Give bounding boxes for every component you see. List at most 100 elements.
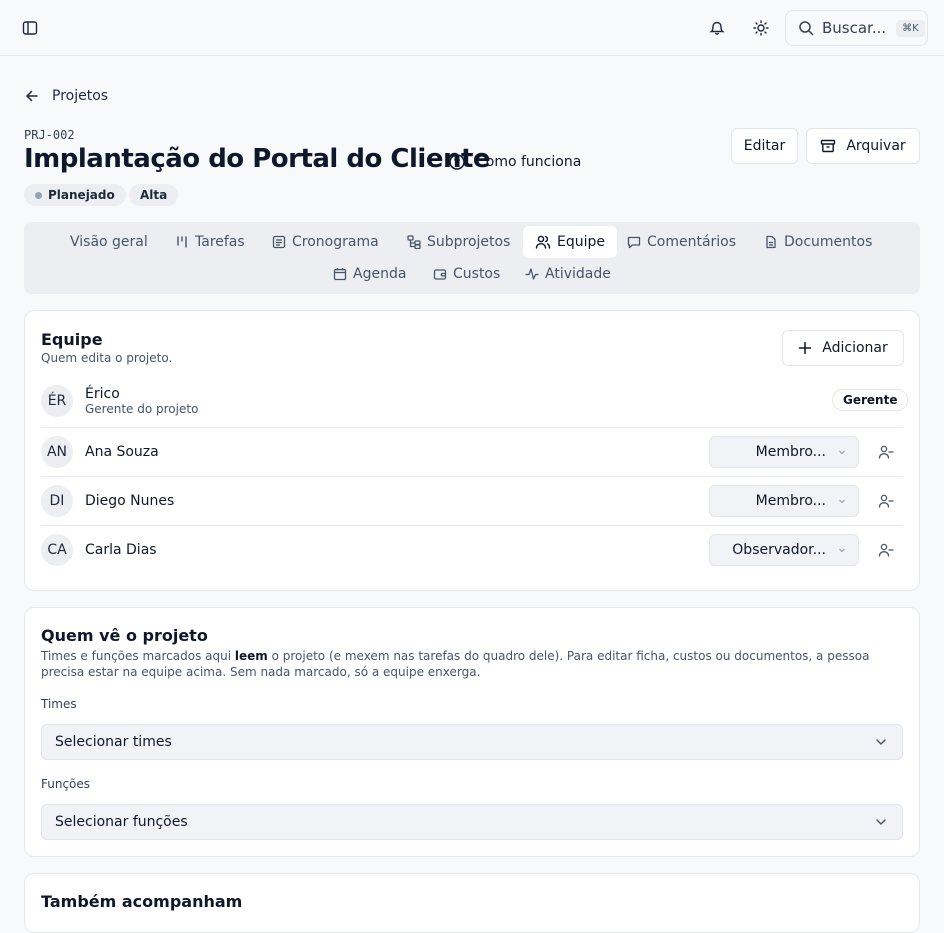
role-value: Membro... (755, 493, 826, 509)
divider (41, 427, 903, 428)
priority-badge: Alta (129, 184, 179, 206)
member-role-select[interactable]: Membro... (709, 436, 859, 468)
tab-schedule[interactable]: Cronograma (260, 227, 391, 257)
tab-comments[interactable]: Comentários (615, 227, 748, 257)
tab-label: Agenda (353, 266, 407, 282)
teams-placeholder: Selecionar times (55, 734, 172, 750)
add-member-label: Adicionar (822, 340, 888, 356)
divider (41, 525, 903, 526)
roles-placeholder: Selecionar funções (55, 814, 188, 830)
tab-label: Comentários (647, 234, 737, 250)
tab-bar: Visão geral Tarefas Cronograma Subprojet… (24, 222, 920, 294)
followers-card: Também acompanham (24, 873, 920, 933)
back-label: Projetos (52, 88, 109, 104)
add-member-button[interactable]: Adicionar (782, 330, 904, 366)
list-icon (272, 235, 286, 249)
team-card: Equipe Quem edita o projeto. Adicionar É… (24, 310, 920, 591)
remove-member-icon[interactable] (876, 442, 896, 462)
chevron-down-icon (839, 548, 845, 553)
remove-member-icon[interactable] (876, 540, 896, 560)
back-link[interactable]: Projetos (24, 84, 108, 108)
member-name: Érico (85, 386, 120, 402)
team-title: Equipe (41, 330, 103, 349)
member-role-select[interactable]: Membro... (709, 485, 859, 517)
how-it-works-label: Como funciona (476, 154, 582, 170)
chevron-down-icon (839, 499, 845, 504)
tab-label: Custos (453, 266, 501, 282)
role-value: Observador... (732, 542, 826, 558)
calendar-icon (333, 268, 347, 281)
top-bar: Buscar... ⌘K (0, 0, 944, 56)
member-role-select[interactable]: Observador... (709, 534, 859, 566)
archive-button[interactable]: Arquivar (806, 128, 920, 164)
member-name: Diego Nunes (85, 493, 175, 509)
plus-icon (799, 341, 812, 355)
tab-activity[interactable]: Atividade (513, 259, 623, 289)
tab-label: Cronograma (292, 234, 379, 250)
file-icon (766, 235, 776, 249)
activity-icon (525, 268, 539, 280)
member-row-manager: ÉR Érico Gerente do projeto (41, 384, 903, 418)
team-subtitle: Quem edita o projeto. (41, 351, 173, 365)
tab-label: Equipe (557, 234, 605, 250)
tab-subprojects[interactable]: Subprojetos (395, 227, 522, 257)
users-icon (535, 235, 551, 249)
teams-label: Times (41, 697, 77, 711)
tab-agenda[interactable]: Agenda (321, 259, 418, 289)
roles-label: Funções (41, 777, 91, 791)
manager-badge: Gerente (832, 389, 909, 411)
followers-title: Também acompanham (41, 892, 243, 911)
avatar: AN (41, 436, 73, 468)
member-name: Carla Dias (85, 542, 157, 558)
edit-label: Editar (743, 138, 786, 154)
project-code: PRJ-002 (24, 128, 75, 142)
chevron-down-icon (876, 739, 886, 745)
tab-tasks[interactable]: Tarefas (163, 227, 257, 257)
status-dot (35, 191, 42, 199)
page-title: Implantação do Portal do Cliente (24, 144, 491, 174)
roles-select[interactable]: Selecionar funções (41, 804, 903, 840)
tab-label: Documentos (784, 234, 873, 250)
priority-label: Alta (140, 188, 168, 202)
wallet-icon (433, 269, 447, 280)
edit-button[interactable]: Editar (731, 128, 798, 164)
status-badge: Planejado (24, 184, 126, 206)
arrow-left-icon (26, 90, 38, 102)
search-placeholder: Buscar... (822, 19, 887, 37)
help-circle-icon (449, 154, 465, 170)
visibility-card: Quem vê o projeto Times e funções marcad… (24, 607, 920, 857)
bell-icon[interactable] (701, 12, 733, 44)
tab-overview[interactable]: Visão geral (58, 227, 160, 257)
message-icon (627, 236, 641, 249)
chevron-down-icon (876, 819, 886, 825)
kanban-icon (177, 236, 187, 248)
tab-documents[interactable]: Documentos (752, 227, 884, 257)
sidebar-toggle-icon[interactable] (14, 12, 46, 44)
desc-bold: leem (234, 649, 268, 663)
divider (41, 476, 903, 477)
member-role: Gerente do projeto (85, 402, 199, 416)
desc-text: Times e funções marcados aqui (41, 649, 235, 663)
archive-icon (821, 139, 836, 153)
role-value: Membro... (755, 444, 826, 460)
sun-icon[interactable] (745, 12, 777, 44)
tab-label: Atividade (545, 266, 611, 282)
tab-label: Subprojetos (427, 234, 511, 250)
chevron-down-icon (839, 450, 845, 455)
how-it-works-button[interactable]: Como funciona (448, 150, 581, 174)
visibility-title: Quem vê o projeto (41, 626, 208, 645)
search-input[interactable]: Buscar... ⌘K (785, 10, 928, 46)
avatar: CA (41, 534, 73, 566)
tab-label: Tarefas (195, 234, 245, 250)
tab-costs[interactable]: Custos (421, 259, 512, 289)
search-shortcut: ⌘K (896, 19, 925, 37)
tab-label: Visão geral (70, 234, 148, 250)
avatar: ÉR (41, 385, 73, 417)
avatar: DI (41, 485, 73, 517)
status-label: Planejado (48, 188, 115, 202)
tab-team[interactable]: Equipe (523, 226, 617, 258)
search-icon (799, 21, 814, 36)
teams-select[interactable]: Selecionar times (41, 724, 903, 760)
archive-label: Arquivar (846, 138, 906, 154)
remove-member-icon[interactable] (876, 491, 896, 511)
